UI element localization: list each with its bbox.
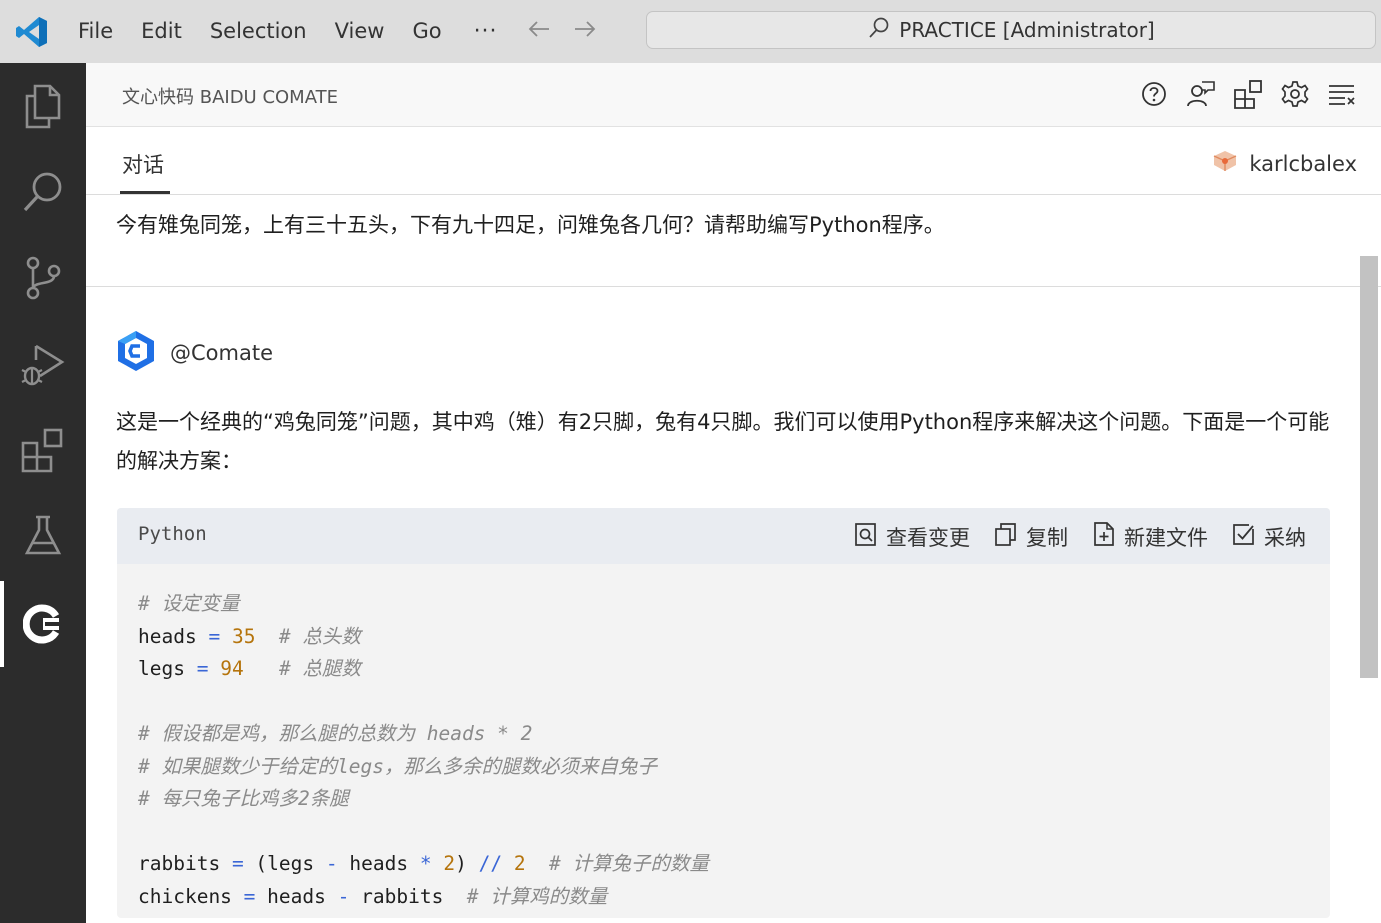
code-block-header: Python 查看变更 复制 新建文件 采纳 <box>117 508 1330 564</box>
menu-edit[interactable]: Edit <box>127 0 196 63</box>
code-number: 2 <box>513 852 526 875</box>
arrow-left-icon[interactable] <box>516 19 562 45</box>
view-diff-button[interactable]: 查看变更 <box>854 521 970 552</box>
comate-logo-icon <box>116 330 156 376</box>
new-file-icon <box>1092 521 1116 552</box>
user-name: karlcbalex <box>1249 151 1357 176</box>
menu-go[interactable]: Go <box>398 0 455 63</box>
chat-user-icon[interactable] <box>1186 77 1216 111</box>
code-content[interactable]: # 设定变量 heads = 35 # 总头数 legs = 94 # 总腿数 … <box>117 564 1330 913</box>
vscode-logo-icon <box>0 0 64 63</box>
more-menu-button[interactable]: ··· <box>456 19 516 44</box>
panel-header: 文心快码 BAIDU COMATE <box>86 63 1381 127</box>
code-var: heads <box>349 852 409 875</box>
tab-chat[interactable]: 对话 <box>122 149 164 179</box>
comate-icon[interactable] <box>0 581 86 667</box>
gear-icon[interactable] <box>1280 77 1310 111</box>
code-comment: # 计算鸡的数量 <box>466 884 608 908</box>
activity-bar <box>0 63 86 923</box>
extensions-icon[interactable] <box>0 407 86 493</box>
code-comment: # 计算兔子的数量 <box>549 852 710 875</box>
new-file-button[interactable]: 新建文件 <box>1092 521 1208 552</box>
copy-button[interactable]: 复制 <box>994 521 1068 552</box>
clear-icon[interactable] <box>1327 77 1357 111</box>
scrollbar-thumb[interactable] <box>1360 256 1378 678</box>
accept-label: 采纳 <box>1264 525 1306 550</box>
search-icon[interactable] <box>0 149 86 235</box>
copy-icon <box>994 521 1018 552</box>
view-diff-icon <box>854 521 878 552</box>
code-comment: # 总头数 <box>278 624 361 648</box>
user-account[interactable]: karlcbalex <box>1211 149 1357 178</box>
panel-actions <box>1139 77 1357 111</box>
testing-icon[interactable] <box>0 493 86 579</box>
menu-file[interactable]: File <box>64 0 127 63</box>
code-var: legs <box>138 657 185 680</box>
code-comment: # 每只兔子比鸡多2条腿 <box>138 787 349 810</box>
code-actions: 查看变更 复制 新建文件 采纳 <box>854 521 1306 552</box>
search-icon <box>867 16 891 44</box>
code-var: legs <box>267 852 315 875</box>
menu-view[interactable]: View <box>321 0 399 63</box>
code-number: 94 <box>220 657 244 680</box>
arrow-right-icon[interactable] <box>562 19 608 45</box>
bot-name: @Comate <box>170 341 273 365</box>
new-file-label: 新建文件 <box>1124 525 1208 550</box>
code-var: rabbits <box>138 852 221 875</box>
code-comment: # 设定变量 <box>138 592 240 615</box>
bot-header: @Comate <box>116 330 273 376</box>
menu-selection[interactable]: Selection <box>196 0 321 63</box>
code-block: Python 查看变更 复制 新建文件 采纳 # 设定变量 heads = 35… <box>117 508 1330 918</box>
copy-label: 复制 <box>1026 525 1068 550</box>
bot-answer-text: 这是一个经典的“鸡兔同笼”问题，其中鸡（雉）有2只脚，兔有4只脚。我们可以使用P… <box>116 410 1330 473</box>
title-bar: File Edit Selection View Go ··· PRACTICE… <box>0 0 1381 63</box>
view-diff-label: 查看变更 <box>886 525 970 550</box>
code-number: 35 <box>231 624 256 648</box>
accept-icon <box>1232 521 1256 552</box>
run-debug-icon[interactable] <box>0 321 86 407</box>
source-control-icon[interactable] <box>0 235 86 321</box>
code-number: 2 <box>443 852 456 875</box>
explorer-icon[interactable] <box>0 63 86 149</box>
plugins-icon[interactable] <box>1233 77 1263 111</box>
code-comment: # 总腿数 <box>278 657 361 680</box>
panel-title: 文心快码 BAIDU COMATE <box>122 87 338 108</box>
code-comment: # 假设都是鸡，那么腿的总数为 heads * 2 <box>138 722 533 745</box>
code-var: heads <box>138 624 197 648</box>
command-center[interactable]: PRACTICE [Administrator] <box>646 11 1376 49</box>
user-message: 今有雉兔同笼，上有三十五头，下有九十四足，问雉兔各几何？请帮助编写Python程… <box>86 195 1381 287</box>
user-avatar-icon <box>1211 149 1239 178</box>
user-question: 今有雉兔同笼，上有三十五头，下有九十四足，问雉兔各几何？请帮助编写Python程… <box>116 213 945 237</box>
code-var: rabbits <box>361 884 444 908</box>
accept-button[interactable]: 采纳 <box>1232 521 1306 552</box>
tab-active-indicator <box>120 191 170 194</box>
code-language: Python <box>138 523 207 545</box>
panel-tabs: 对话 karlcbalex <box>86 127 1381 195</box>
code-var: heads <box>267 884 326 908</box>
code-comment: # 如果腿数少于给定的legs，那么多余的腿数必须来自兔子 <box>138 754 657 778</box>
code-var: chickens <box>138 884 232 908</box>
command-center-label: PRACTICE [Administrator] <box>899 18 1155 42</box>
help-icon[interactable] <box>1139 77 1169 111</box>
